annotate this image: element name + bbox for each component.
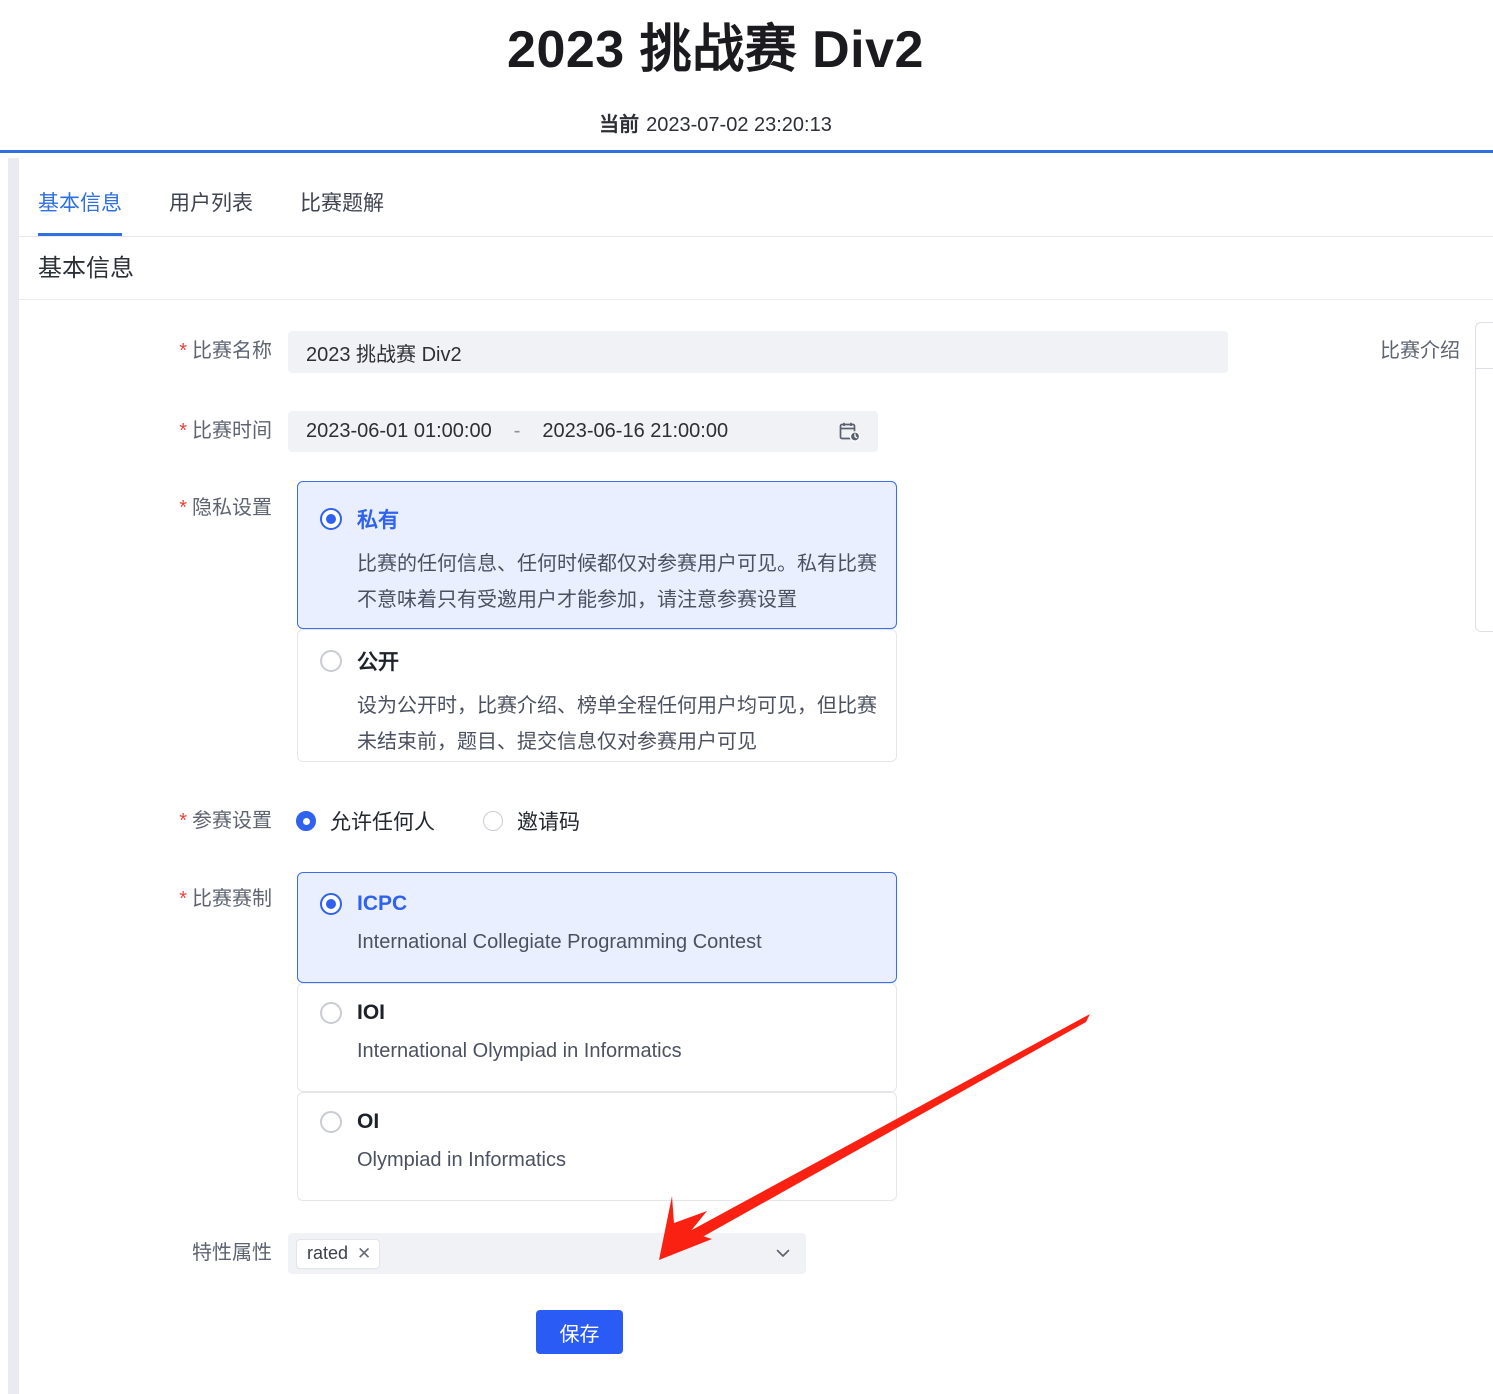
- required-asterisk: *: [179, 420, 187, 442]
- ruleset-ioi-title: IOI: [357, 1001, 386, 1024]
- participation-option-invite-code[interactable]: 邀请码: [483, 806, 580, 836]
- ruleset-oi-title: OI: [357, 1110, 380, 1133]
- label-text: 比赛时间: [192, 420, 272, 442]
- chevron-down-icon[interactable]: [774, 1244, 792, 1262]
- ruleset-icpc-head: ICPC: [320, 892, 872, 916]
- ruleset-oi-head: OI: [320, 1110, 872, 1134]
- contest-name-value: 2023 挑战赛 Div2: [306, 343, 462, 366]
- contest-name-label: * 比赛名称: [152, 336, 272, 366]
- required-asterisk: *: [179, 497, 187, 519]
- privacy-private-title: 私有: [357, 509, 399, 532]
- intro-label: 比赛介绍: [1380, 340, 1460, 362]
- privacy-public-desc: 设为公开时，比赛介绍、榜单全程任何用户均可见，但比赛未结束前，题目、提交信息仅对…: [357, 695, 877, 753]
- intro-editor[interactable]: [1475, 322, 1493, 632]
- radio-selected-icon[interactable]: [320, 508, 342, 530]
- privacy-option-public[interactable]: 公开 设为公开时，比赛介绍、榜单全程任何用户均可见，但比赛未结束前，题目、提交信…: [297, 629, 897, 762]
- participation-radio-group: 允许任何人 邀请码: [296, 806, 580, 836]
- contest-name-input[interactable]: 2023 挑战赛 Div2: [288, 331, 1228, 373]
- ruleset-icpc-desc: International Collegiate Programming Con…: [357, 931, 762, 953]
- save-button[interactable]: 保存: [536, 1310, 623, 1354]
- required-asterisk: *: [179, 340, 187, 362]
- radio-unselected-icon[interactable]: [320, 1111, 342, 1133]
- radio-unselected-icon[interactable]: [483, 811, 503, 831]
- participation-option-label: 邀请码: [517, 811, 580, 834]
- close-icon[interactable]: ✕: [357, 1244, 371, 1264]
- ruleset-label: * 比赛赛制: [152, 884, 272, 914]
- ruleset-option-oi[interactable]: OI Olympiad in Informatics: [297, 1092, 897, 1201]
- ruleset-option-ioi[interactable]: IOI International Olympiad in Informatic…: [297, 983, 897, 1092]
- label-text: 参赛设置: [192, 810, 272, 832]
- privacy-option-private[interactable]: 私有 比赛的任何信息、任何时候都仅对参赛用户可见。私有比赛不意味着只有受邀用户才…: [297, 481, 897, 629]
- calendar-clock-icon[interactable]: [838, 420, 862, 444]
- participation-label: * 参赛设置: [152, 806, 272, 836]
- end-time-value: 2023-06-16 21:00:00: [542, 420, 729, 442]
- radio-unselected-icon[interactable]: [320, 650, 342, 672]
- ruleset-icpc-title: ICPC: [357, 892, 408, 915]
- label-text: 比赛赛制: [192, 888, 272, 910]
- contest-time-label: * 比赛时间: [152, 416, 272, 446]
- ruleset-oi-desc: Olympiad in Informatics: [357, 1149, 566, 1171]
- ruleset-ioi-head: IOI: [320, 1001, 872, 1025]
- required-asterisk: *: [179, 810, 187, 832]
- radio-unselected-icon[interactable]: [320, 1002, 342, 1024]
- intro-editor-toolbar-divider: [1476, 368, 1493, 369]
- attributes-label: 特性属性: [152, 1238, 272, 1268]
- privacy-label: * 隐私设置: [152, 493, 272, 523]
- label-text: 比赛名称: [192, 340, 272, 362]
- tag-rated[interactable]: rated ✕: [296, 1238, 381, 1269]
- contest-settings-page: 2023 挑战赛 Div2 当前 2023-07-02 23:20:13 基本信息…: [0, 0, 1493, 1394]
- label-text: 隐私设置: [192, 497, 272, 519]
- basic-info-form: * 比赛名称 2023 挑战赛 Div2 * 比赛时间 2023-06-01 01:…: [0, 0, 1493, 1394]
- participation-option-anyone[interactable]: 允许任何人: [296, 806, 435, 836]
- privacy-private-desc: 比赛的任何信息、任何时候都仅对参赛用户可见。私有比赛不意味着只有受邀用户才能参加…: [357, 553, 877, 611]
- required-asterisk: *: [179, 888, 187, 910]
- ruleset-ioi-desc: International Olympiad in Informatics: [357, 1040, 682, 1062]
- radio-selected-icon[interactable]: [296, 811, 316, 831]
- start-time-value: 2023-06-01 01:00:00: [306, 420, 492, 442]
- attributes-select[interactable]: rated ✕: [288, 1233, 806, 1274]
- label-text: 特性属性: [192, 1242, 272, 1264]
- privacy-private-head: 私有: [320, 504, 872, 534]
- radio-selected-icon[interactable]: [320, 893, 342, 915]
- participation-option-label: 允许任何人: [330, 811, 435, 834]
- ruleset-option-icpc[interactable]: ICPC International Collegiate Programmin…: [297, 872, 897, 983]
- privacy-public-title: 公开: [357, 651, 399, 674]
- contest-time-range-input[interactable]: 2023-06-01 01:00:00 - 2023-06-16 21:00:0…: [288, 411, 878, 452]
- tag-label: rated: [307, 1243, 349, 1263]
- privacy-public-head: 公开: [320, 646, 872, 676]
- range-separator: -: [513, 420, 521, 442]
